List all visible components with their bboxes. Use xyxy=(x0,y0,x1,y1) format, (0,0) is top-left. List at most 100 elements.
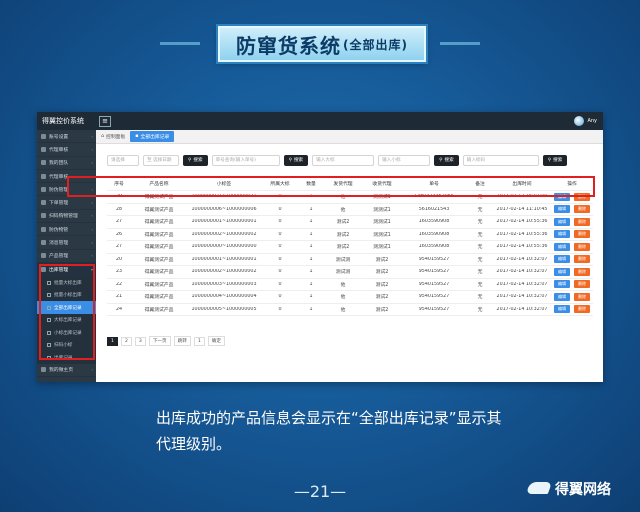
table-cell: 测试2 xyxy=(336,220,350,226)
sidebar-item[interactable]: 代理审核 ‹ xyxy=(37,143,96,157)
sidebar-item-label: 扫码购物管理 xyxy=(49,214,78,220)
page-button[interactable]: 3 xyxy=(134,336,146,346)
edit-button[interactable]: 编辑 xyxy=(554,280,570,289)
edit-button[interactable]: 编辑 xyxy=(554,217,570,226)
chevron-icon: ‹ xyxy=(91,146,93,152)
search-button[interactable]: ⚲ 搜索 xyxy=(183,154,208,166)
filter-input[interactable]: 输入小标 xyxy=(378,154,431,166)
filter-input[interactable]: 请选择 xyxy=(107,154,139,166)
tab-item[interactable]: ▪ 全部出库记录 xyxy=(130,131,175,142)
delete-button[interactable]: 删除 xyxy=(574,192,590,201)
table-cell: 得翼测试产品 xyxy=(144,207,174,213)
table-row: 28 得翼测试产品 1000000006~1000000006 0 1 他 测测试1 5616… xyxy=(107,204,593,216)
edit-button[interactable]: 编辑 xyxy=(554,267,570,276)
sidebar-item[interactable]: 防伪管理 ‹ xyxy=(37,183,96,197)
search-icon: ⚲ xyxy=(547,157,552,163)
search-button[interactable]: ⚲ 搜索 xyxy=(283,154,309,166)
filter-input[interactable]: 至 选择日期 xyxy=(143,154,179,166)
table-cell: 测试测 xyxy=(335,257,351,263)
table-cell: 测试2 xyxy=(375,295,389,301)
edit-button[interactable]: 编辑 xyxy=(554,242,570,251)
delete-button[interactable]: 删除 xyxy=(574,305,590,314)
column-header: 操作 xyxy=(567,182,577,187)
delete-button[interactable]: 删除 xyxy=(574,242,590,251)
filter-input[interactable]: 单号查询(输入单号) xyxy=(211,154,280,166)
filter-input[interactable]: 输入大标 xyxy=(312,154,375,166)
table-cell: 1 xyxy=(309,231,313,237)
table-cell: 22 xyxy=(115,281,123,287)
row-actions: 编辑 删除 xyxy=(551,305,593,314)
sidebar-item[interactable]: 下单管理 ‹ xyxy=(37,196,96,210)
table-cell: 1 xyxy=(309,219,313,225)
page-button[interactable]: 1 xyxy=(107,336,118,346)
sidebar-item[interactable]: 我的团队 ‹ xyxy=(37,157,96,170)
delete-button[interactable]: 删除 xyxy=(574,267,590,276)
sidebar-item[interactable]: 消息管理 ‹ xyxy=(37,236,96,250)
hamburger-icon[interactable]: ≡ xyxy=(99,115,111,127)
table-row: 20 得翼测试产品 1000000001~1000000001 0 1 测试测 测试2 954… xyxy=(107,254,593,266)
filter-input[interactable]: 输入标码 xyxy=(462,154,539,166)
edit-button[interactable]: 编辑 xyxy=(554,230,570,239)
table-cell: 0 xyxy=(278,244,282,250)
table-cell: 1000000004~1000000004 xyxy=(191,294,257,300)
row-actions: 编辑 删除 xyxy=(551,242,593,251)
table-cell: 测试2 xyxy=(375,282,389,288)
table-cell: 27 xyxy=(115,219,123,225)
tab-item[interactable]: ⌂ 控制面板 xyxy=(96,131,130,142)
page-banner: 防窜货系统 (全部出库) xyxy=(218,26,426,62)
menu-icon xyxy=(41,146,46,152)
delete-button[interactable]: 删除 xyxy=(574,255,590,264)
sidebar-item-label: 防伪管理 xyxy=(49,187,69,193)
menu-icon xyxy=(41,173,46,179)
delete-button[interactable]: 删除 xyxy=(574,280,590,289)
table-cell: 1000000001~1000000001 xyxy=(191,256,257,262)
table-cell: 测测试1 xyxy=(373,220,391,226)
table-cell: 测测试1 xyxy=(373,232,391,238)
search-button[interactable]: ⚲ 搜索 xyxy=(542,154,568,166)
wing-logo-icon xyxy=(526,478,552,500)
delete-button[interactable]: 删除 xyxy=(574,205,590,214)
table-cell: 1 xyxy=(309,269,313,275)
search-button-label: 搜索 xyxy=(553,158,563,163)
sidebar-item-label: 消息管理 xyxy=(49,241,69,247)
table-cell: 测试2 xyxy=(336,245,350,251)
edit-button[interactable]: 编辑 xyxy=(554,255,570,264)
delete-button[interactable]: 删除 xyxy=(574,292,590,301)
sidebar-item-label: 代理审核 xyxy=(49,147,69,153)
table-cell: 21 xyxy=(115,294,123,300)
edit-button[interactable]: 编辑 xyxy=(554,292,570,301)
table-cell: 无 xyxy=(477,307,483,313)
menu-icon xyxy=(41,133,46,139)
table-cell: 他 xyxy=(340,195,346,201)
row-actions: 编辑 删除 xyxy=(551,230,593,239)
delete-button[interactable]: 删除 xyxy=(574,230,590,239)
sidebar-item[interactable]: 我的微主页 ‹ xyxy=(37,364,96,378)
page-button[interactable]: 下一页 xyxy=(148,336,171,346)
sidebar-item[interactable]: 防伪物管 ‹ xyxy=(37,223,96,237)
page-button[interactable]: 1 xyxy=(193,336,205,346)
user-menu[interactable]: Any xyxy=(574,116,597,126)
table-cell: 他 xyxy=(340,207,346,213)
edit-button[interactable]: 编辑 xyxy=(554,192,570,201)
page-button[interactable]: 确定 xyxy=(207,336,225,346)
chevron-icon: ‹ xyxy=(91,200,93,206)
table-cell: 0 xyxy=(278,206,282,212)
page-button[interactable]: 2 xyxy=(120,336,132,346)
edit-button[interactable]: 编辑 xyxy=(554,205,570,214)
delete-button[interactable]: 删除 xyxy=(574,217,590,226)
table-cell: 2017-02-17 16:07:00 xyxy=(496,194,548,200)
column-header: 收货代理 xyxy=(372,182,392,187)
search-button[interactable]: ⚲ 搜索 xyxy=(434,154,459,166)
table-cell: 27 xyxy=(115,244,123,250)
chevron-icon: ‹ xyxy=(91,213,93,219)
table-cell: 得翼测试产品 xyxy=(144,282,174,288)
tab-icon: ▪ xyxy=(135,134,139,139)
sidebar-item[interactable]: 扫码购物管理 ‹ xyxy=(37,210,96,224)
table-cell: 得翼测试产品 xyxy=(144,245,174,251)
column-header: 出库时间 xyxy=(512,182,532,187)
page-button[interactable]: 跳转 xyxy=(173,336,191,346)
sidebar-item[interactable]: 账号设置 ‹ xyxy=(37,130,96,144)
sidebar-item[interactable]: 代理审核 ‹ xyxy=(37,170,96,184)
sidebar-item[interactable]: 产品管理 ‹ xyxy=(37,250,96,263)
edit-button[interactable]: 编辑 xyxy=(554,305,570,314)
